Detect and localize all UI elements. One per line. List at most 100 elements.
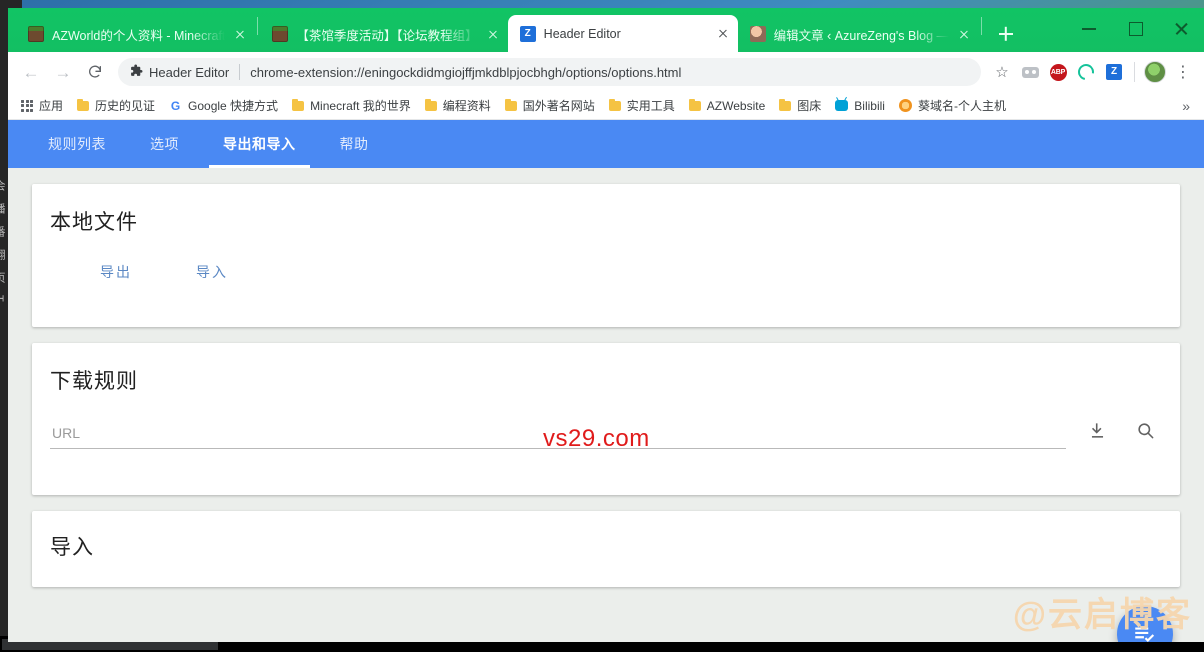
bookmark-star-icon[interactable]: ☆ bbox=[989, 59, 1015, 85]
download-rules-card: 下载规则 bbox=[32, 343, 1180, 495]
bookmark-label: 图床 bbox=[797, 99, 822, 113]
bookmark-azwebsite[interactable]: AZWebsite bbox=[682, 96, 772, 116]
tab-options[interactable]: 选项 bbox=[128, 120, 201, 168]
search-icon bbox=[1137, 422, 1153, 438]
omnibox-url-text: chrome-extension://eningockdidmgiojffjmk… bbox=[250, 64, 682, 80]
menu-dots-icon[interactable]: ⋮ bbox=[1170, 59, 1196, 85]
grammarly-button[interactable] bbox=[1073, 59, 1099, 85]
tab-separator bbox=[981, 16, 983, 35]
header-editor-icon: Z bbox=[519, 25, 536, 42]
profile-button[interactable] bbox=[1142, 59, 1168, 85]
close-icon[interactable] bbox=[955, 25, 973, 43]
bookmark-apps[interactable]: 应用 bbox=[14, 94, 70, 117]
tab-title: Header Editor bbox=[543, 26, 621, 41]
bilibili-icon bbox=[835, 100, 849, 111]
import-button[interactable]: 导入 bbox=[188, 258, 236, 286]
minecraft-icon bbox=[28, 26, 44, 42]
orange-circle-icon bbox=[898, 99, 912, 112]
app-tab-bar: 规则列表 选项 导出和导入 帮助 bbox=[8, 120, 1204, 168]
omnibox-divider bbox=[239, 64, 241, 80]
grammarly-icon bbox=[1074, 60, 1098, 84]
browser-window: AZWorld的个人资料 - Minecraft 【茶馆季度活动】【论坛教程组】… bbox=[8, 8, 1204, 642]
browser-tab-1[interactable]: AZWorld的个人资料 - Minecraft bbox=[16, 16, 255, 52]
adblock-plus-button[interactable]: ABP bbox=[1045, 59, 1071, 85]
bookmark-label: 历史的见证 bbox=[95, 99, 156, 113]
folder-icon bbox=[779, 98, 792, 111]
bookmark-history[interactable]: 历史的见证 bbox=[70, 94, 162, 117]
close-icon[interactable] bbox=[714, 25, 732, 43]
export-button[interactable]: 导出 bbox=[92, 258, 140, 286]
bookmark-label: AZWebsite bbox=[706, 98, 766, 113]
reload-icon[interactable] bbox=[80, 57, 110, 87]
extension-options-page: 规则列表 选项 导出和导入 帮助 本地文件 导出 导入 下载规则 URL 导入 … bbox=[8, 120, 1204, 642]
folder-icon bbox=[77, 98, 90, 111]
close-icon[interactable] bbox=[484, 25, 502, 43]
new-tab-button[interactable] bbox=[992, 20, 1020, 48]
close-window-button[interactable] bbox=[1158, 12, 1204, 44]
extension-dots-icon bbox=[1021, 66, 1039, 78]
download-icon bbox=[1091, 422, 1103, 438]
watermark-corner: @云启博客 bbox=[1012, 596, 1192, 634]
bookmark-label: 国外著名网站 bbox=[522, 99, 595, 113]
avatar bbox=[1144, 61, 1166, 83]
browser-tab-2[interactable]: 【茶馆季度活动】【论坛教程组】 bbox=[260, 16, 507, 52]
download-button[interactable] bbox=[1080, 413, 1114, 447]
bookmark-host[interactable]: 葵域名-个人主机 bbox=[892, 94, 1013, 117]
adblock-plus-icon: ABP bbox=[1049, 63, 1067, 81]
bookmark-programming[interactable]: 编程资料 bbox=[418, 94, 498, 117]
tab-strip: AZWorld的个人资料 - Minecraft 【茶馆季度活动】【论坛教程组】… bbox=[8, 8, 1204, 52]
header-editor-icon: Z bbox=[1106, 64, 1122, 80]
header-editor-button[interactable]: Z bbox=[1101, 59, 1127, 85]
bookmarks-overflow-icon[interactable]: » bbox=[1182, 98, 1198, 114]
puzzle-glyph bbox=[131, 64, 143, 76]
close-icon[interactable] bbox=[231, 25, 249, 43]
bookmark-label: Google 快捷方式 bbox=[188, 99, 279, 113]
minecraft-icon bbox=[272, 26, 289, 42]
browser-tab-4[interactable]: 编辑文章 ‹ AzureZeng's Blog — bbox=[738, 16, 979, 52]
google-icon: G bbox=[170, 98, 181, 113]
bookmark-label: Bilibili bbox=[854, 98, 885, 113]
folder-icon bbox=[292, 98, 305, 111]
minimize-button[interactable] bbox=[1066, 12, 1112, 44]
extension-badge: Header Editor bbox=[130, 64, 229, 80]
browser-toolbar: ← → Header Editor chrome-extension://eni… bbox=[8, 52, 1204, 92]
reload-glyph bbox=[89, 65, 101, 78]
bookmark-google[interactable]: G Google 快捷方式 bbox=[162, 94, 285, 117]
import-title: 导入 bbox=[50, 536, 94, 559]
toolbar-divider bbox=[1134, 62, 1135, 82]
bookmark-label: 葵域名-个人主机 bbox=[917, 99, 1006, 113]
tab-title: 【茶馆季度活动】【论坛教程组】 bbox=[296, 28, 478, 43]
cards-container: 本地文件 导出 导入 下载规则 URL 导入 bbox=[8, 168, 1204, 587]
back-icon[interactable]: ← bbox=[16, 57, 46, 87]
tab-help[interactable]: 帮助 bbox=[318, 120, 391, 168]
tab-title: AZWorld的个人资料 - Minecraft bbox=[52, 28, 226, 43]
local-file-title: 本地文件 bbox=[50, 211, 138, 234]
bookmark-minecraft[interactable]: Minecraft 我的世界 bbox=[285, 94, 418, 117]
tab-title: 编辑文章 ‹ AzureZeng's Blog — bbox=[773, 28, 950, 43]
import-card: 导入 bbox=[32, 511, 1180, 587]
address-bar[interactable]: Header Editor chrome-extension://eningoc… bbox=[118, 58, 981, 86]
bookmark-label: 编程资料 bbox=[442, 99, 491, 113]
bookmark-label: 实用工具 bbox=[626, 99, 675, 113]
browser-tab-3-active[interactable]: Z Header Editor bbox=[507, 15, 738, 52]
search-button[interactable] bbox=[1128, 413, 1162, 447]
bookmark-label: 应用 bbox=[39, 99, 64, 113]
bookmark-imagehost[interactable]: 图床 bbox=[772, 94, 828, 117]
bookmark-tools[interactable]: 实用工具 bbox=[602, 94, 682, 117]
download-rules-title: 下载规则 bbox=[50, 370, 138, 393]
bookmark-foreign-sites[interactable]: 国外著名网站 bbox=[498, 94, 602, 117]
folder-icon bbox=[688, 98, 701, 111]
forward-icon[interactable]: → bbox=[48, 57, 78, 87]
extension-dots-button[interactable] bbox=[1017, 59, 1043, 85]
bookmark-bilibili[interactable]: Bilibili bbox=[828, 96, 892, 116]
folder-icon bbox=[504, 98, 517, 111]
folder-icon bbox=[424, 98, 437, 111]
local-file-card: 本地文件 导出 导入 bbox=[32, 184, 1180, 327]
folder-icon bbox=[608, 98, 621, 111]
tab-rule-list[interactable]: 规则列表 bbox=[26, 120, 128, 168]
blog-avatar-icon bbox=[749, 26, 766, 42]
puzzle-icon bbox=[130, 64, 143, 80]
extension-name: Header Editor bbox=[149, 64, 230, 80]
maximize-button[interactable] bbox=[1112, 12, 1158, 44]
tab-export-import[interactable]: 导出和导入 bbox=[201, 120, 318, 168]
